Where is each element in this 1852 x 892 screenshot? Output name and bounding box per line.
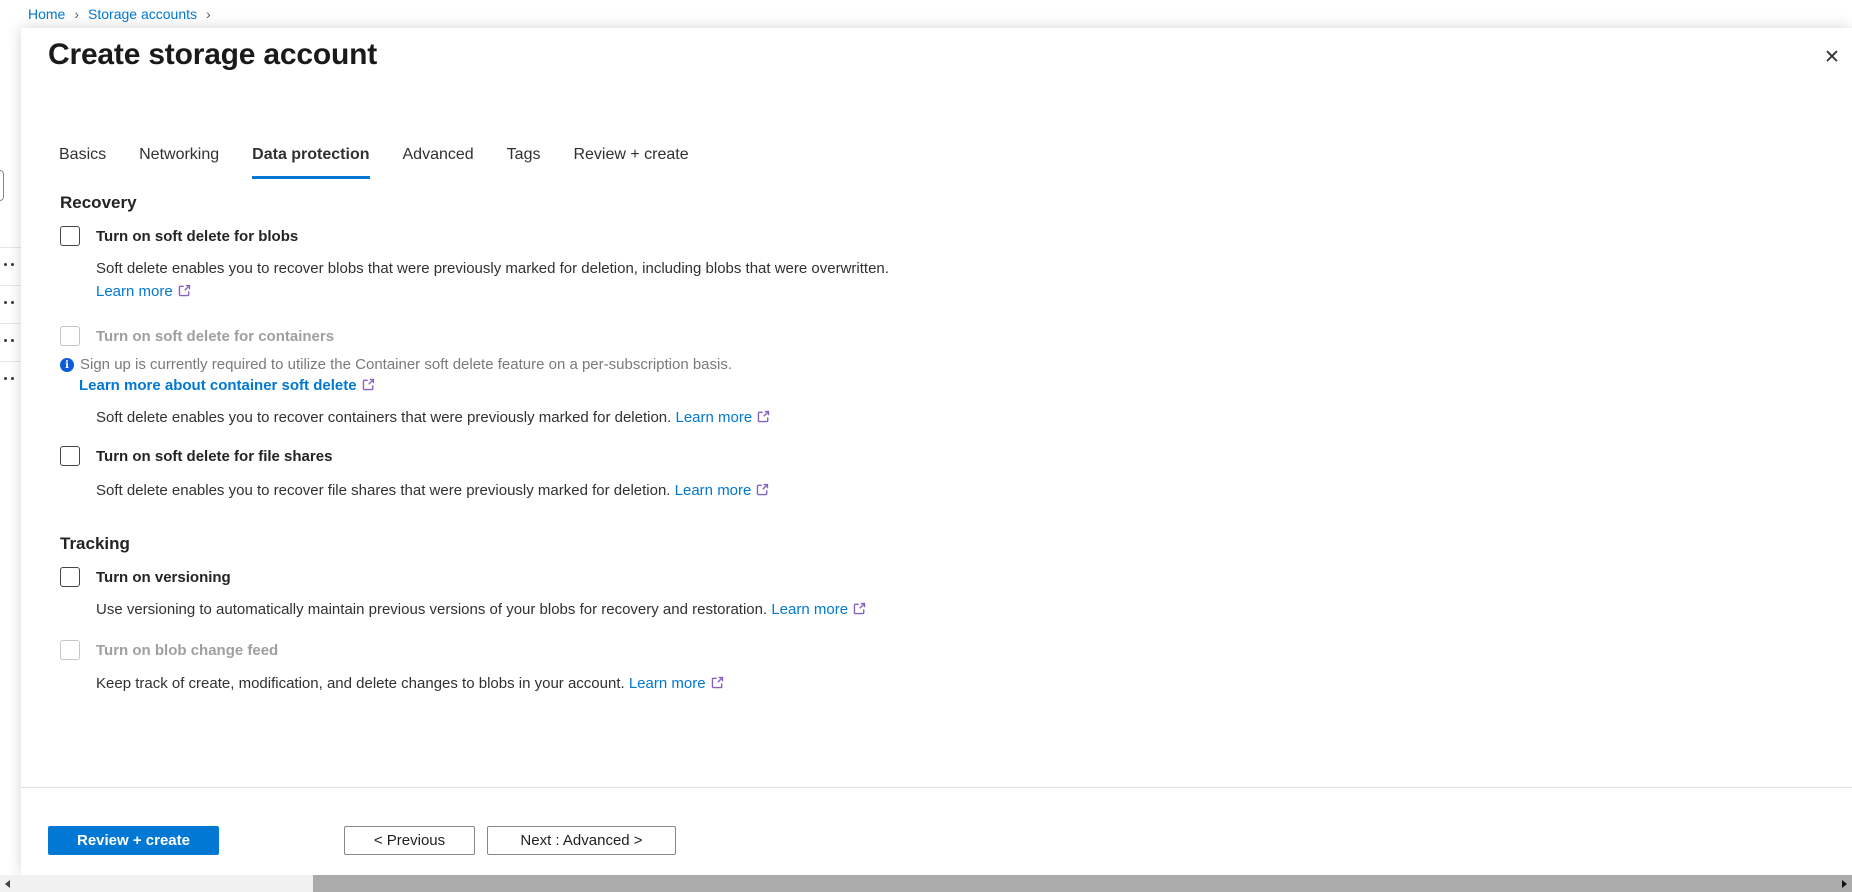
- breadcrumb-link-home[interactable]: Home: [28, 6, 65, 22]
- external-link-icon: [853, 602, 866, 615]
- tab-data-protection[interactable]: Data protection: [252, 146, 369, 179]
- close-icon: ✕: [1824, 48, 1840, 67]
- wizard-tabs: Basics Networking Data protection Advanc…: [59, 146, 689, 179]
- row-divider: [0, 247, 22, 248]
- blobs-learn-more-link[interactable]: Learn more: [96, 283, 191, 300]
- breadcrumb-chevron-icon: ›: [74, 6, 79, 22]
- footer-divider: [21, 787, 1852, 788]
- file-shares-learn-more-link[interactable]: Learn more: [675, 482, 770, 499]
- blob-change-feed-label: Turn on blob change feed: [96, 642, 278, 659]
- row-divider: [0, 323, 22, 324]
- breadcrumb: Home › Storage accounts ›: [28, 6, 220, 22]
- blob-change-feed-checkbox: [60, 640, 80, 660]
- row-divider: [0, 361, 22, 362]
- container-soft-delete-signup-link[interactable]: Learn more about container soft delete: [79, 377, 375, 394]
- scroll-left-arrow-icon[interactable]: [5, 880, 10, 888]
- next-advanced-button[interactable]: Next : Advanced >: [487, 826, 676, 855]
- external-link-icon: [362, 378, 375, 391]
- row-divider: [0, 285, 22, 286]
- data-protection-content: Recovery Turn on soft delete for blobs S…: [60, 193, 1560, 693]
- versioning-checkbox[interactable]: [60, 567, 80, 587]
- create-storage-account-panel: Create storage account ✕ Basics Networki…: [21, 28, 1852, 875]
- change-feed-learn-more-link[interactable]: Learn more: [629, 675, 724, 692]
- tab-basics[interactable]: Basics: [59, 146, 106, 179]
- versioning-description: Use versioning to automatically maintain…: [96, 600, 1560, 619]
- scroll-right-arrow-icon[interactable]: [1842, 880, 1847, 888]
- containers-signup-info: i Sign up is currently required to utili…: [60, 356, 1560, 373]
- option-soft-delete-file-shares: Turn on soft delete for file shares: [60, 446, 1560, 466]
- close-button[interactable]: ✕: [1820, 45, 1844, 69]
- soft-delete-containers-label: Turn on soft delete for containers: [96, 328, 334, 345]
- external-link-icon: [756, 483, 769, 496]
- soft-delete-file-shares-label[interactable]: Turn on soft delete for file shares: [96, 448, 332, 465]
- soft-delete-file-shares-checkbox[interactable]: [60, 446, 80, 466]
- horizontal-scrollbar-thumb[interactable]: [313, 875, 1852, 892]
- option-soft-delete-blobs: Turn on soft delete for blobs: [60, 226, 1560, 246]
- previous-button[interactable]: < Previous: [344, 826, 475, 855]
- breadcrumb-link-storage-accounts[interactable]: Storage accounts: [88, 6, 197, 22]
- row-menu-ellipsis-icon[interactable]: [4, 377, 14, 380]
- containers-signup-info-text: Sign up is currently required to utilize…: [80, 356, 732, 373]
- recovery-heading: Recovery: [60, 193, 1560, 213]
- blob-change-feed-description: Keep track of create, modification, and …: [96, 674, 1560, 693]
- option-versioning: Turn on versioning: [60, 567, 1560, 587]
- review-create-button[interactable]: Review + create: [48, 826, 219, 855]
- versioning-label[interactable]: Turn on versioning: [96, 569, 231, 586]
- tracking-heading: Tracking: [60, 534, 1560, 554]
- soft-delete-blobs-checkbox[interactable]: [60, 226, 80, 246]
- soft-delete-containers-description: Soft delete enables you to recover conta…: [96, 408, 1560, 427]
- external-link-icon: [711, 676, 724, 689]
- row-menu-ellipsis-icon[interactable]: [4, 339, 14, 342]
- row-menu-ellipsis-icon[interactable]: [4, 301, 14, 304]
- soft-delete-blobs-label[interactable]: Turn on soft delete for blobs: [96, 228, 298, 245]
- external-link-icon: [757, 410, 770, 423]
- tab-review-create[interactable]: Review + create: [573, 146, 688, 179]
- info-icon: i: [60, 358, 74, 372]
- soft-delete-blobs-description: Soft delete enables you to recover blobs…: [96, 259, 1560, 278]
- background-page-strip: [0, 0, 21, 892]
- option-blob-change-feed: Turn on blob change feed: [60, 640, 1560, 660]
- background-row-checkbox: [0, 170, 4, 201]
- horizontal-scrollbar[interactable]: [0, 875, 1852, 892]
- versioning-learn-more-link[interactable]: Learn more: [771, 601, 866, 618]
- tab-advanced[interactable]: Advanced: [403, 146, 474, 179]
- soft-delete-containers-checkbox: [60, 326, 80, 346]
- breadcrumb-chevron-icon: ›: [206, 6, 211, 22]
- tab-tags[interactable]: Tags: [507, 146, 541, 179]
- tab-networking[interactable]: Networking: [139, 146, 219, 179]
- option-soft-delete-containers: Turn on soft delete for containers: [60, 326, 1560, 346]
- page-title: Create storage account: [48, 38, 377, 72]
- containers-learn-more-link[interactable]: Learn more: [676, 409, 771, 426]
- soft-delete-file-shares-description: Soft delete enables you to recover file …: [96, 481, 1560, 500]
- external-link-icon: [178, 284, 191, 297]
- row-menu-ellipsis-icon[interactable]: [4, 263, 14, 266]
